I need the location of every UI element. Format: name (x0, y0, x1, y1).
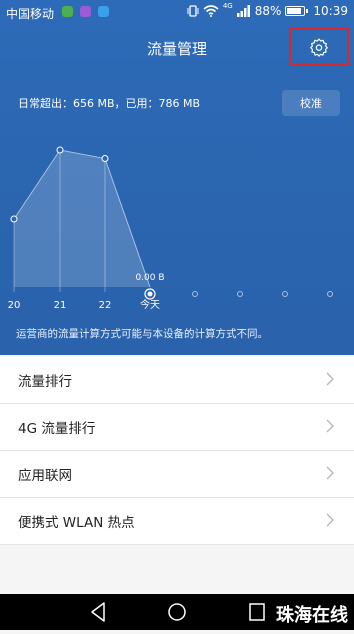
usage-summary: 日常超出：656 MB，已用：786 MB (18, 97, 201, 110)
today-marker-dot (147, 291, 153, 297)
chart-future-point (282, 291, 288, 297)
chart-future-point (237, 291, 243, 297)
chevron-right-icon (326, 372, 334, 386)
list-item-wlan-hotspot[interactable]: 便携式 WLAN 热点 (0, 498, 354, 545)
signal-icon (236, 5, 250, 17)
chart-future-point (192, 291, 198, 297)
list-item-4g-traffic-ranking[interactable]: 4G 流量排行 (0, 404, 354, 451)
battery-percent: 88% (254, 4, 282, 18)
chevron-right-icon (326, 419, 334, 433)
calibrate-button[interactable]: 校准 (282, 90, 340, 116)
settings-button[interactable] (289, 28, 349, 66)
battery-fill (287, 8, 301, 14)
notification-icon (62, 6, 73, 17)
list-item-label: 应用联网 (18, 468, 72, 484)
usage-chart: 0.00 B 20 21 22 今天 (8, 146, 333, 311)
list-item-app-networking[interactable]: 应用联网 (0, 451, 354, 498)
settings-list: 流量排行 4G 流量排行 应用联网 便携式 WLAN 热点 (0, 357, 354, 545)
notification-icon (98, 6, 109, 17)
notification-icon (80, 6, 91, 17)
x-tick-label: 21 (54, 300, 67, 311)
list-item-traffic-ranking[interactable]: 流量排行 (0, 357, 354, 404)
x-tick-label: 20 (8, 300, 21, 311)
list-item-label: 4G 流量排行 (18, 421, 96, 437)
x-tick-label: 22 (99, 300, 112, 311)
list-item-label: 便携式 WLAN 热点 (18, 515, 135, 531)
x-tick-label: 今天 (140, 298, 160, 311)
wifi-icon (203, 5, 219, 17)
clock: 10:39 (313, 4, 348, 18)
chevron-right-icon (326, 513, 334, 527)
chart-future-point (327, 291, 333, 297)
chart-point (101, 155, 109, 163)
home-icon[interactable] (168, 603, 186, 621)
list-item-label: 流量排行 (18, 374, 72, 390)
status-bar: 中国移动 4G 88% 10:39 (0, 0, 354, 24)
network-type-label: 4G (222, 2, 233, 10)
chart-point (10, 215, 18, 223)
chevron-right-icon (326, 466, 334, 480)
chart-area (14, 150, 150, 287)
watermark: 珠海在线 (276, 605, 348, 626)
gear-icon (310, 38, 328, 57)
carrier-note: 运营商的流量计算方式可能与本设备的计算方式不同。 (16, 328, 268, 340)
today-value-label: 0.00 B (135, 273, 164, 283)
header-panel: 中国移动 4G 88% 10:39 流量管理 日常超出：656 MB，已用：78… (0, 0, 354, 355)
vibrate-icon (187, 5, 199, 17)
carrier-label: 中国移动 (6, 7, 55, 21)
chart-point (56, 146, 64, 154)
battery-icon (285, 6, 309, 16)
recents-icon[interactable] (249, 603, 265, 621)
back-icon[interactable] (91, 602, 105, 622)
